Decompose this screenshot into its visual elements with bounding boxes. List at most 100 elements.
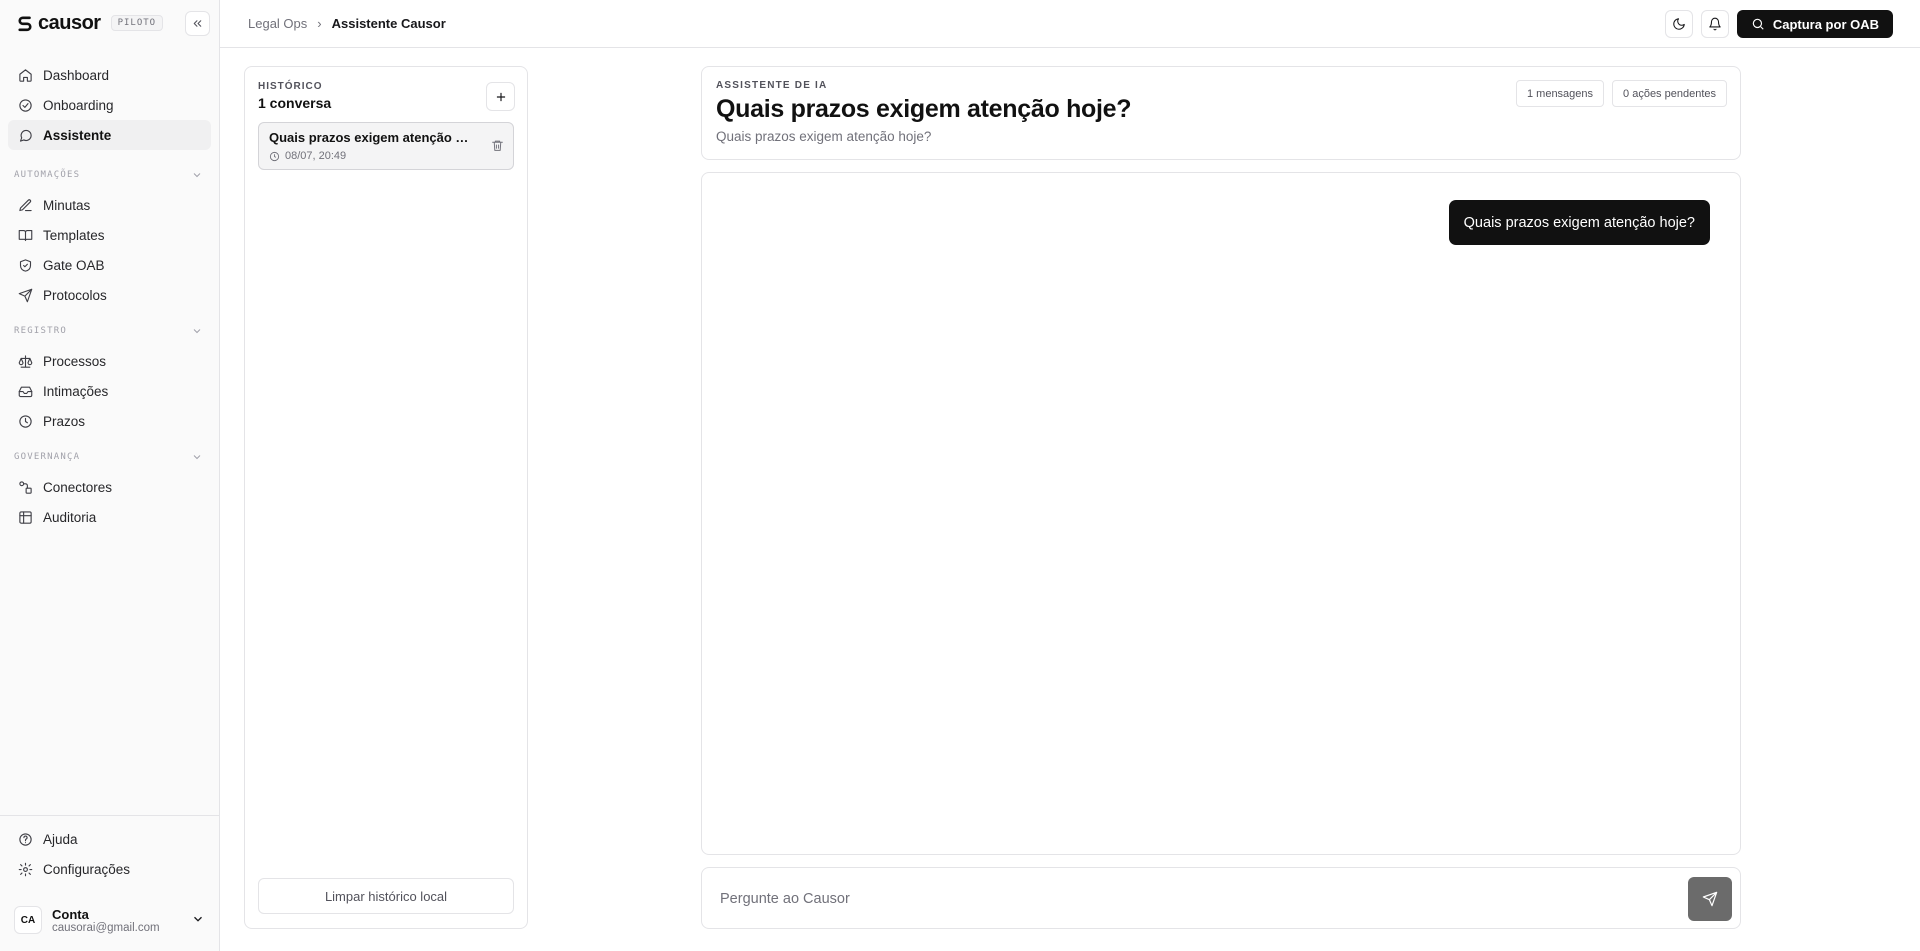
sidebar-item-dashboard[interactable]: Dashboard xyxy=(8,60,211,90)
clock-icon xyxy=(269,151,280,161)
history-label: HISTÓRICO xyxy=(258,81,323,92)
section-title: REGISTRO xyxy=(14,326,67,336)
sidebar-footer: Ajuda Configurações xyxy=(0,815,219,884)
assistant-eyebrow: ASSISTENTE DE IA xyxy=(716,80,828,91)
sidebar-item-label: Dashboard xyxy=(43,67,110,83)
sidebar-item-label: Prazos xyxy=(43,413,86,429)
chevron-down-icon xyxy=(191,912,205,929)
sidebar-item-protocolos[interactable]: Protocolos xyxy=(8,280,211,310)
sidebar-item-label: Gate OAB xyxy=(43,257,105,273)
sidebar-item-templates[interactable]: Templates xyxy=(8,220,211,250)
send-icon xyxy=(1702,891,1718,907)
scale-icon xyxy=(18,354,33,368)
theme-toggle-button[interactable] xyxy=(1664,10,1693,38)
causor-logo-icon xyxy=(18,16,32,32)
top-actions: Captura por OAB xyxy=(1664,10,1893,38)
check-circle-icon xyxy=(19,98,32,112)
pending-actions-badge: 0 ações pendentes xyxy=(1612,80,1727,107)
sidebar-item-gate-oab[interactable]: Gate OAB xyxy=(8,250,211,280)
sidebar-item-processos[interactable]: Processos xyxy=(8,346,211,376)
sidebar-item-ajuda[interactable]: Ajuda xyxy=(8,824,211,854)
clear-history-button[interactable]: Limpar histórico local xyxy=(258,878,514,914)
main-nav: Dashboard Onboarding Assistente xyxy=(8,60,211,150)
sidebar-item-prazos[interactable]: Prazos xyxy=(8,406,211,436)
section-title: GOVERNANÇA xyxy=(14,452,81,462)
chevron-right-icon: › xyxy=(317,16,322,31)
account-name: Conta xyxy=(52,906,89,922)
history-panel: HISTÓRICO 1 conversa Quais prazos exigem… xyxy=(244,66,528,929)
inbox-icon xyxy=(18,386,33,397)
chat-bubble-icon xyxy=(19,129,32,142)
delete-conversation-button[interactable] xyxy=(491,139,504,155)
chat-input[interactable] xyxy=(720,884,1640,914)
sidebar-item-auditoria[interactable]: Auditoria xyxy=(8,502,211,532)
page-title: Quais prazos exigem atenção hoje? xyxy=(716,95,1132,123)
governanca-section: GOVERNANÇA Conectores Auditoria xyxy=(8,442,211,532)
moon-icon xyxy=(1673,18,1685,30)
sidebar-item-intimacoes[interactable]: Intimações xyxy=(8,376,211,406)
sidebar: causor PILOTO Dashboard Onboarding Assis… xyxy=(0,0,220,951)
sidebar-item-label: Minutas xyxy=(43,197,91,213)
breadcrumb-current: Assistente Causor xyxy=(331,16,446,31)
captura-oab-label: Captura por OAB xyxy=(1772,16,1879,32)
sidebar-item-label: Conectores xyxy=(43,479,113,495)
chevrons-left-icon xyxy=(193,20,202,27)
conversation-meta: 08/07, 20:49 xyxy=(269,150,346,162)
sidebar-item-onboarding[interactable]: Onboarding xyxy=(8,90,211,120)
conversation-title: Quais prazos exigem atenção hoje? xyxy=(269,130,474,145)
edit-icon xyxy=(19,198,32,211)
sidebar-item-label: Ajuda xyxy=(43,831,78,847)
sidebar-item-label: Auditoria xyxy=(43,509,97,525)
conversation-item[interactable]: Quais prazos exigem atenção hoje? 08/07,… xyxy=(258,122,514,170)
send-icon xyxy=(18,288,33,302)
sidebar-item-assistente[interactable]: Assistente xyxy=(8,120,211,150)
shield-check-icon xyxy=(19,258,32,272)
sidebar-item-label: Configurações xyxy=(43,861,131,877)
account-info: Conta causorai@gmail.com xyxy=(52,907,181,934)
sidebar-item-label: Processos xyxy=(43,353,107,369)
history-count: 1 conversa xyxy=(258,95,332,111)
captura-oab-button[interactable]: Captura por OAB xyxy=(1736,10,1893,38)
sidebar-item-minutas[interactable]: Minutas xyxy=(8,190,211,220)
chat-thread[interactable]: Quais prazos exigem atenção hoje? xyxy=(701,172,1741,855)
connector-icon xyxy=(19,480,32,494)
sidebar-item-label: Templates xyxy=(43,227,105,243)
section-header-automacoes[interactable]: AUTOMAÇÕES xyxy=(8,160,211,190)
composer xyxy=(701,867,1741,929)
sidebar-item-label: Protocolos xyxy=(43,287,107,303)
registro-section: REGISTRO Processos Intimações Prazos xyxy=(8,316,211,436)
assistant-header: ASSISTENTE DE IA Quais prazos exigem ate… xyxy=(701,66,1741,160)
sidebar-item-configuracoes[interactable]: Configurações xyxy=(8,854,211,884)
section-header-governanca[interactable]: GOVERNANÇA xyxy=(8,442,211,472)
status-chips: 1 mensagens 0 ações pendentes xyxy=(1515,80,1727,107)
avatar: CA xyxy=(14,906,42,934)
send-button[interactable] xyxy=(1688,877,1732,921)
conversation-timestamp: 08/07, 20:49 xyxy=(285,150,347,162)
pilot-badge: PILOTO xyxy=(110,15,164,31)
brand[interactable]: causor PILOTO xyxy=(16,12,164,35)
account-menu[interactable]: CA Conta causorai@gmail.com xyxy=(0,890,219,950)
plus-icon xyxy=(496,92,505,101)
chevron-down-icon xyxy=(193,173,201,178)
account-email: causorai@gmail.com xyxy=(52,921,160,934)
breadcrumb-parent[interactable]: Legal Ops xyxy=(248,16,307,31)
help-circle-icon xyxy=(19,832,32,846)
automacoes-section: AUTOMAÇÕES Minutas Templates Gate OAB Pr… xyxy=(8,160,211,310)
user-message-bubble: Quais prazos exigem atenção hoje? xyxy=(1448,200,1710,245)
notifications-button[interactable] xyxy=(1700,10,1729,38)
chevron-down-icon xyxy=(193,329,201,334)
home-icon xyxy=(19,68,32,82)
section-title: AUTOMAÇÕES xyxy=(14,170,81,180)
breadcrumb: Legal Ops › Assistente Causor xyxy=(248,0,446,47)
book-icon xyxy=(18,229,33,241)
collapse-sidebar-button[interactable] xyxy=(185,11,210,36)
chevron-down-icon xyxy=(193,455,201,460)
new-conversation-button[interactable] xyxy=(486,82,515,111)
bell-icon xyxy=(1709,17,1721,31)
sidebar-item-conectores[interactable]: Conectores xyxy=(8,472,211,502)
search-icon xyxy=(1752,18,1764,30)
gear-icon xyxy=(18,862,33,876)
section-header-registro[interactable]: REGISTRO xyxy=(8,316,211,346)
table-icon xyxy=(19,510,32,524)
logo: causor xyxy=(16,12,101,35)
